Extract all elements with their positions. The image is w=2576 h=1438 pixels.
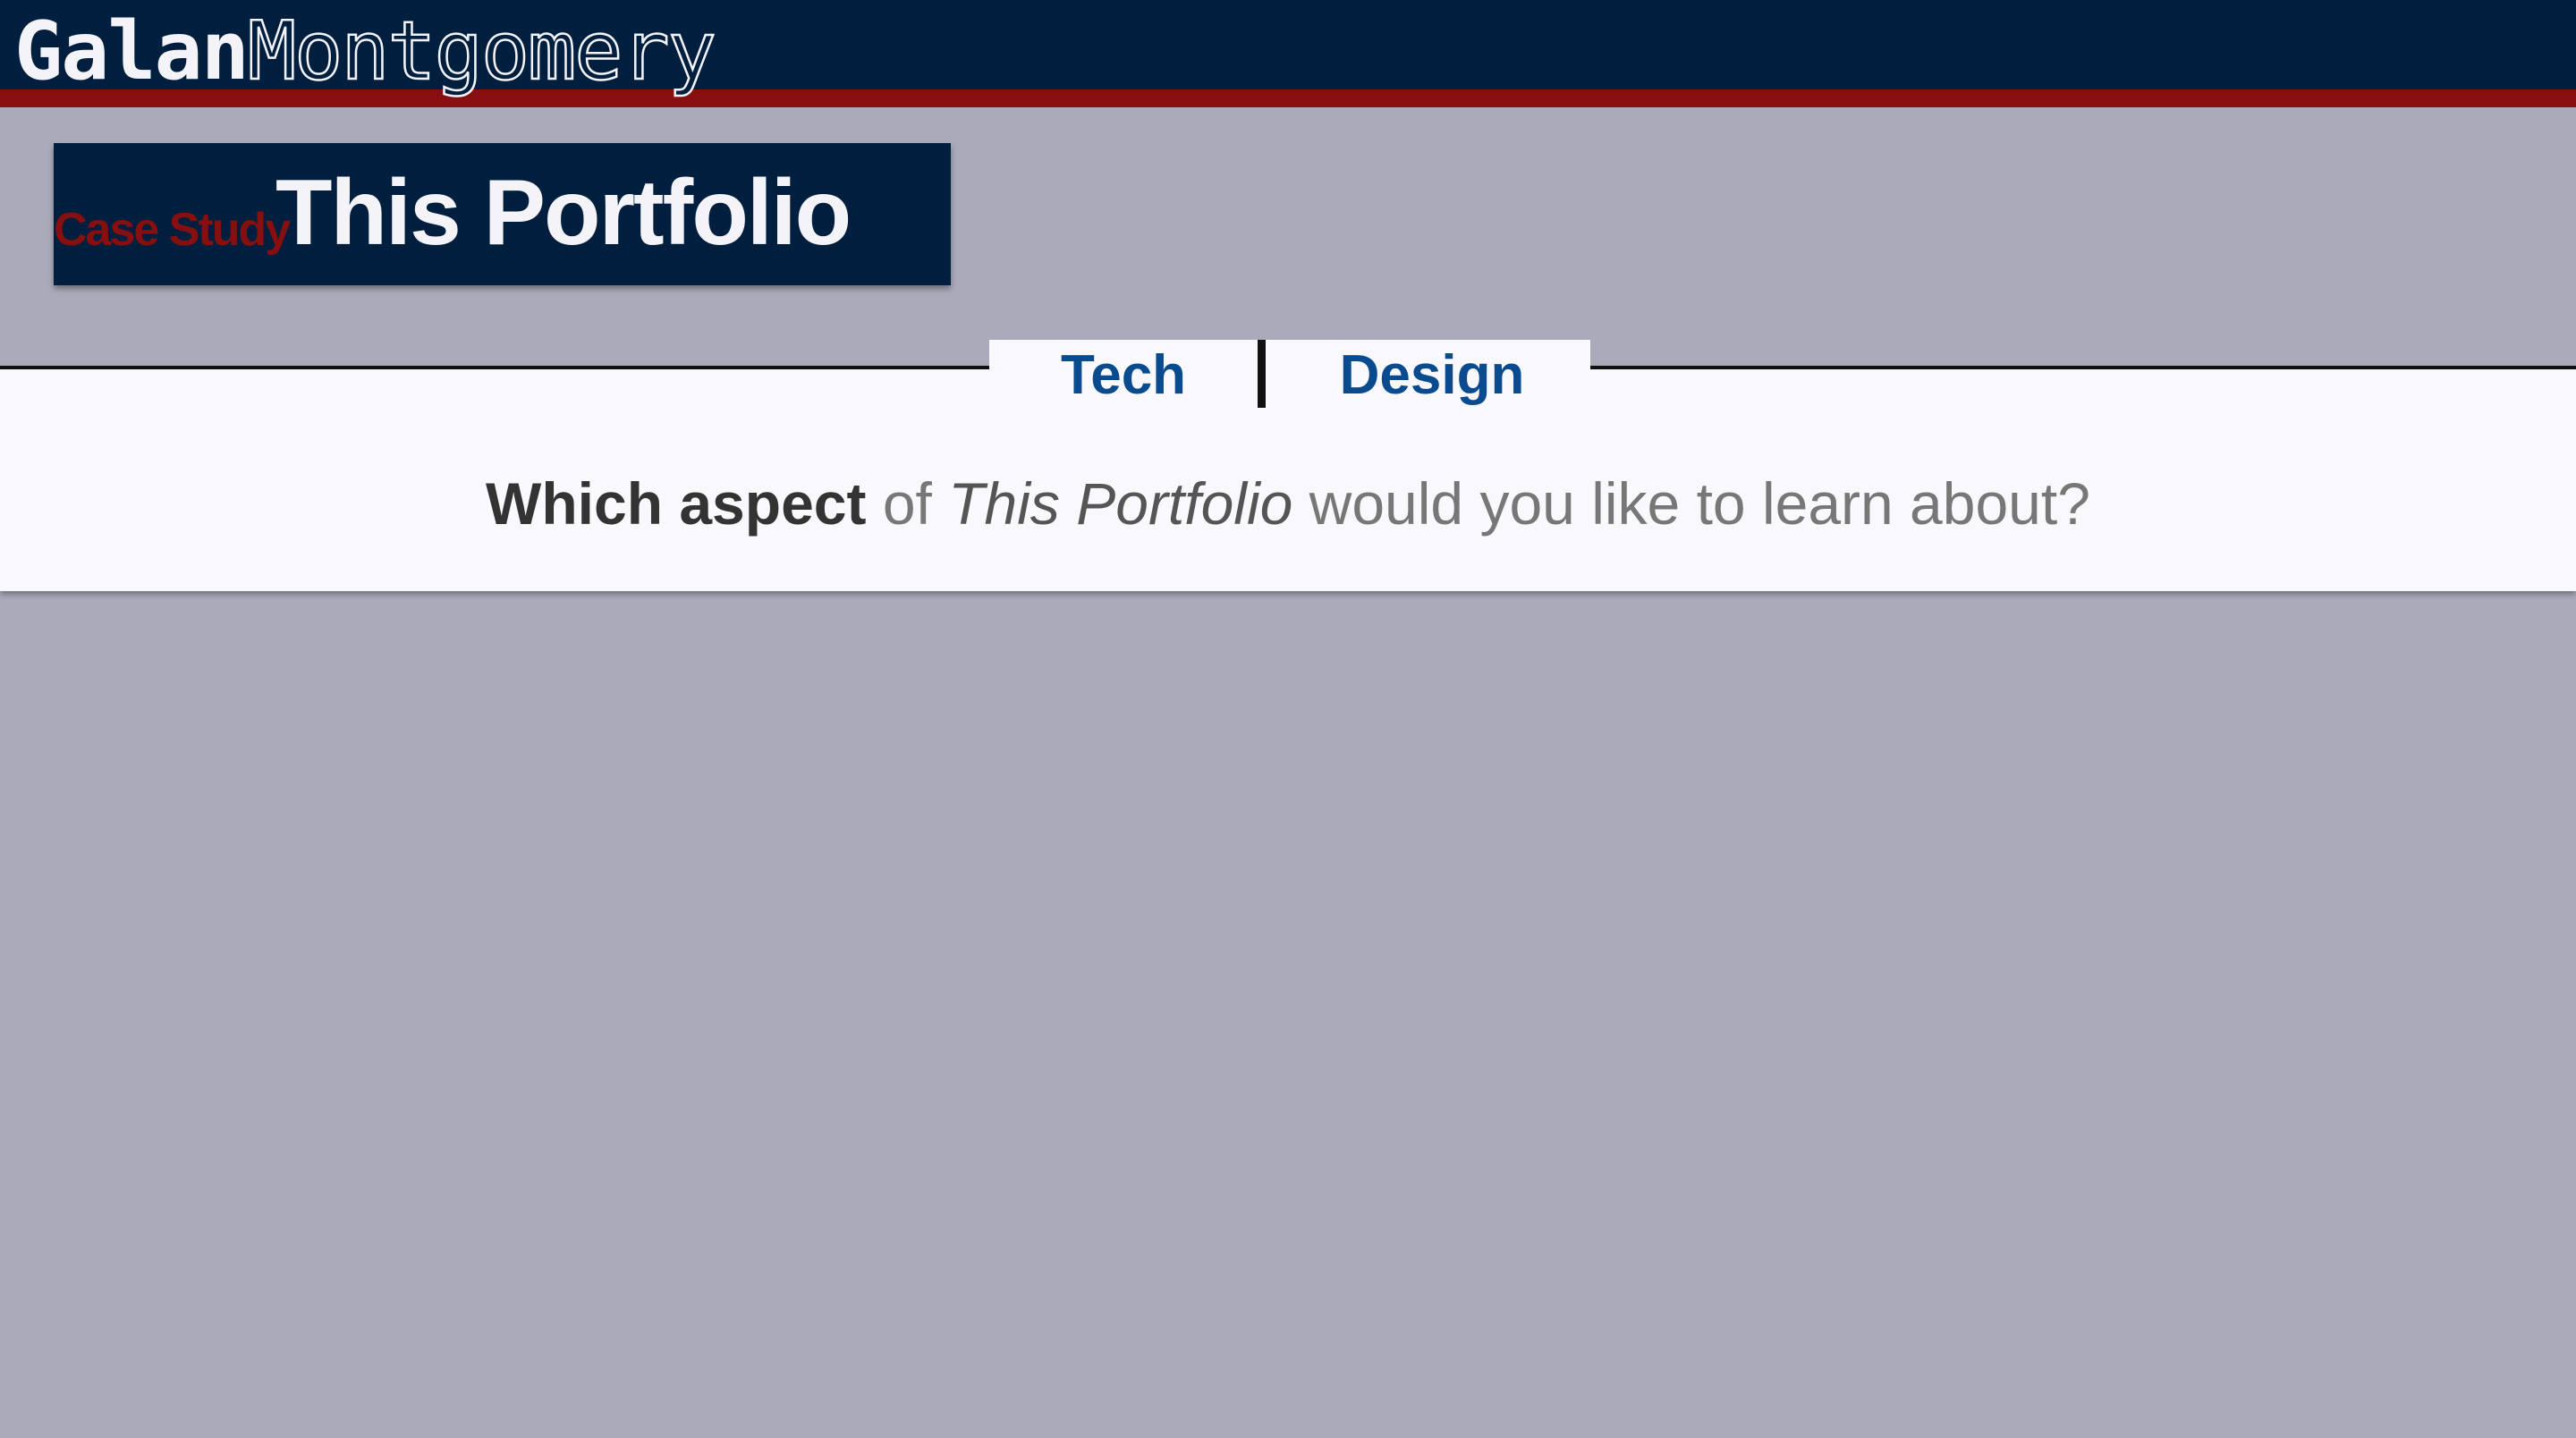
question-emphasis: Which aspect: [486, 470, 867, 537]
logo-first-name: Galan: [14, 4, 250, 98]
top-navigation-bar: GalanMontgomery: [0, 0, 2576, 107]
tab-tech[interactable]: Tech: [989, 340, 1258, 411]
question-text-1: of: [866, 470, 949, 537]
tab-design[interactable]: Design: [1274, 340, 1590, 411]
page-title: This Portfolio: [275, 161, 852, 265]
case-study-label: Case Study: [54, 204, 291, 256]
topic-tabs: Tech Design: [989, 340, 1590, 411]
logo-last-name: Montgomery: [247, 4, 717, 100]
question-text-2: would you like to learn about?: [1292, 470, 2090, 537]
site-logo[interactable]: GalanMontgomery: [14, 4, 717, 100]
topic-question: Which aspect of This Portfolio would you…: [0, 463, 2576, 544]
tab-divider: [1258, 340, 1266, 408]
question-project-name: This Portfolio: [948, 470, 1293, 537]
